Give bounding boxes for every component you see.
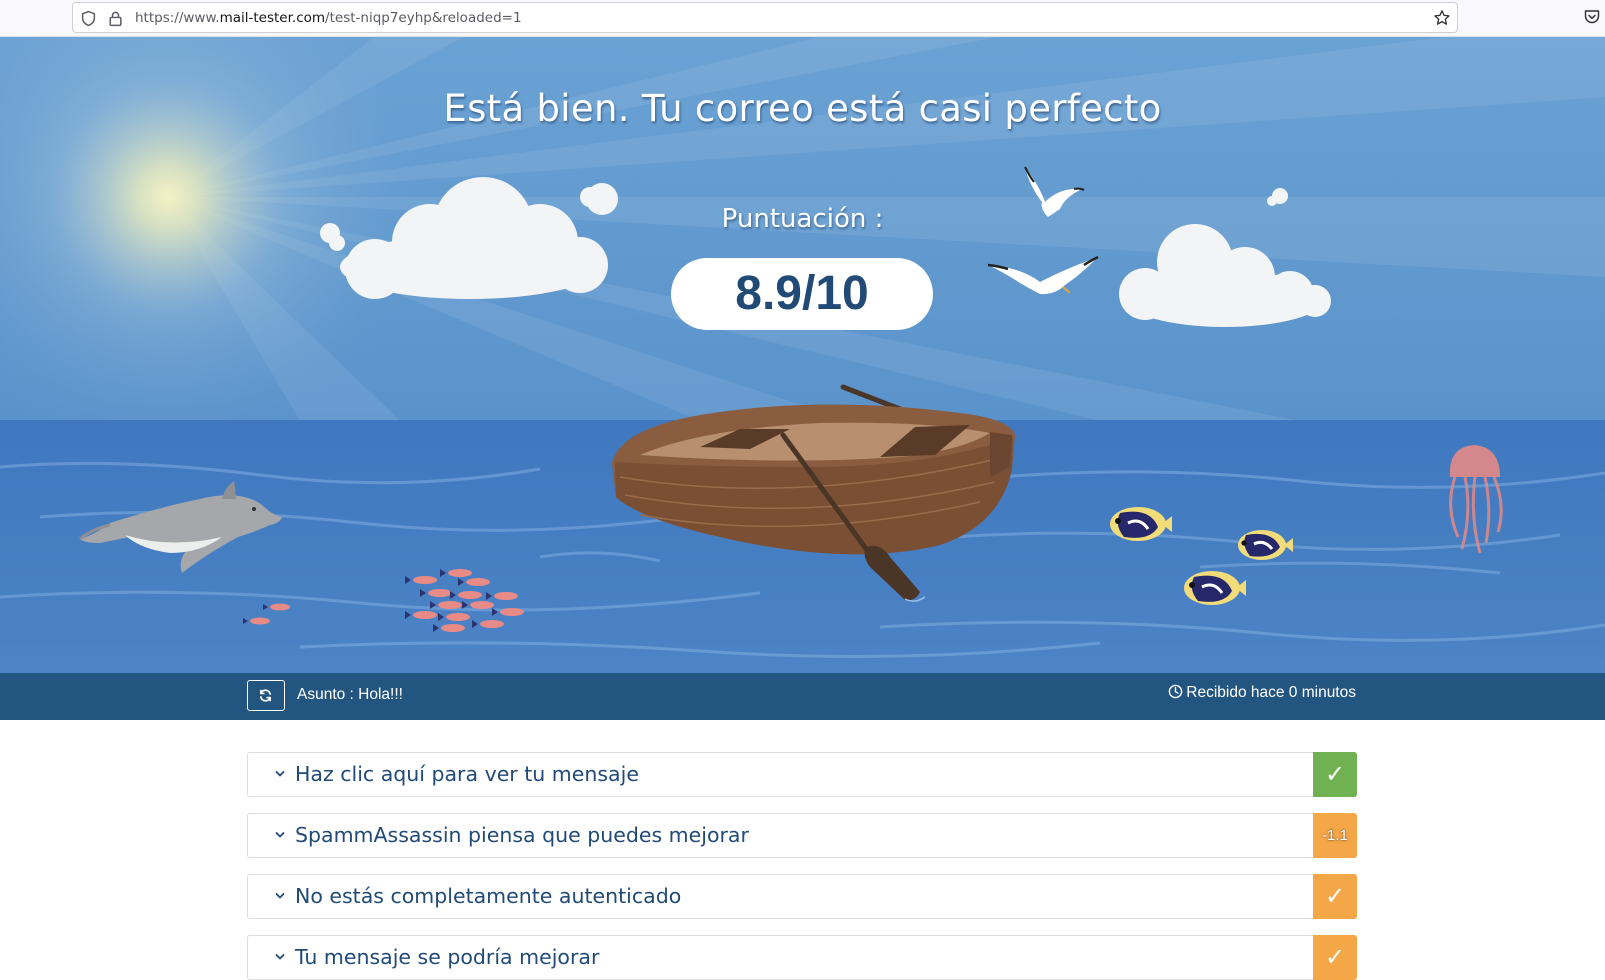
score-badge: -1.1	[1313, 813, 1357, 858]
section-label: SpammAssassin piensa que puedes mejorar	[295, 823, 749, 847]
bookmark-star-icon[interactable]	[1433, 9, 1451, 27]
status-badge: ✓	[1313, 752, 1357, 797]
score-hero: Está bien. Tu correo está casi perfecto …	[0, 37, 1605, 673]
section-label: Haz clic aquí para ver tu mensaje	[295, 762, 639, 786]
section-spamassassin[interactable]: SpammAssassin piensa que puedes mejorar …	[247, 813, 1357, 858]
refresh-icon	[259, 689, 272, 702]
section-authentication[interactable]: No estás completamente autenticado ✓	[247, 874, 1357, 919]
section-label: No estás completamente autenticado	[295, 884, 682, 908]
received-time: Recibido hace 0 minutos	[1168, 684, 1356, 702]
check-icon: ✓	[1324, 943, 1346, 971]
score-delta: -1.1	[1322, 827, 1348, 844]
received-text: Recibido hace 0 minutos	[1186, 684, 1356, 701]
section-label: Tu mensaje se podría mejorar	[295, 945, 600, 969]
section-view-message[interactable]: Haz clic aquí para ver tu mensaje ✓	[247, 752, 1357, 797]
lock-icon[interactable]	[107, 10, 124, 27]
pocket-icon[interactable]	[1583, 8, 1601, 26]
result-headline: Está bien. Tu correo está casi perfecto	[443, 87, 1162, 130]
score-label: Puntuación :	[721, 204, 884, 234]
status-badge: ✓	[1313, 935, 1357, 980]
chevron-down-icon	[275, 893, 285, 899]
browser-toolbar: https://www.mail-tester.com/test-niqp7ey…	[0, 0, 1605, 37]
url-text[interactable]: https://www.mail-tester.com/test-niqp7ey…	[135, 10, 522, 26]
subject-bar: Asunto : Hola!!! Recibido hace 0 minutos	[0, 673, 1605, 720]
chevron-down-icon	[275, 954, 285, 960]
check-icon: ✓	[1324, 760, 1346, 788]
chevron-down-icon	[275, 771, 285, 777]
score-value: 8.9/10	[671, 258, 933, 330]
email-subject: Asunto : Hola!!!	[297, 686, 403, 703]
refresh-button[interactable]	[247, 680, 285, 711]
ocean-scene-illustration	[0, 37, 1605, 673]
status-badge: ✓	[1313, 874, 1357, 919]
shield-icon[interactable]	[80, 10, 97, 27]
clock-icon	[1168, 684, 1183, 699]
address-bar[interactable]: https://www.mail-tester.com/test-niqp7ey…	[72, 2, 1458, 33]
check-icon: ✓	[1324, 882, 1346, 910]
section-message-improvements[interactable]: Tu mensaje se podría mejorar ✓	[247, 935, 1357, 980]
chevron-down-icon	[275, 832, 285, 838]
